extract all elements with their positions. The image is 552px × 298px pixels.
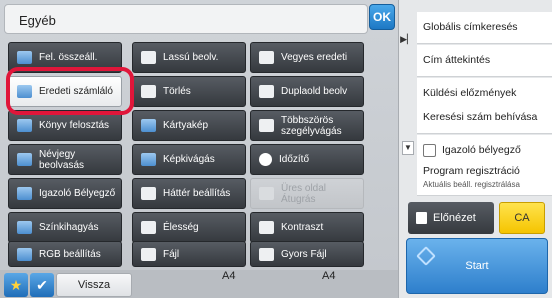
function-label: Vegyes eredeti	[281, 52, 348, 63]
konyv-felosztas-button[interactable]: Könyv felosztás	[8, 110, 122, 141]
function-label: Háttér beállítás	[163, 188, 231, 199]
function-label: Könyv felosztás	[39, 120, 110, 131]
favorite-star-icon[interactable]: ★	[4, 273, 28, 297]
blank-skip-icon	[259, 187, 274, 200]
timer-icon	[259, 153, 272, 166]
kepkivagas-button[interactable]: Képkivágás	[132, 144, 246, 175]
rgb-beallitas-button[interactable]: RGB beállítás	[8, 241, 122, 267]
original-counter-icon	[17, 85, 32, 98]
side-item-search-number[interactable]: Keresési szám behívása	[417, 102, 552, 134]
side-item-label-group: Program regisztráció Aktuális beáll. reg…	[423, 164, 520, 190]
function-label: Fel. összeáll.	[39, 52, 98, 63]
panel-title: Egyéb	[19, 13, 56, 28]
scroll-down-icon[interactable]: ▼	[402, 141, 414, 155]
function-label: Fájl	[163, 248, 180, 260]
function-label: Duplaold beolv	[281, 86, 348, 97]
panel-title-bar: Egyéb	[4, 4, 368, 34]
ok-button[interactable]: OK	[369, 4, 395, 30]
paper-size-label: A4	[222, 270, 236, 282]
paper-size-label: A4	[322, 270, 336, 282]
szinkihagyas-button[interactable]: Színkihagyás	[8, 212, 122, 243]
back-button[interactable]: Vissza	[56, 273, 132, 297]
side-item-address-review[interactable]: Cím áttekintés	[417, 45, 552, 77]
function-label: Időzítő	[279, 154, 310, 165]
function-grid: Fel. összeáll. Lassú beolv. Vegyes erede…	[4, 38, 394, 270]
side-item-label: Globális címkeresés	[423, 21, 518, 33]
card-shot-icon	[141, 119, 156, 132]
function-label: Gyors Fájl	[281, 248, 327, 260]
bottom-bar: ★ ✔ Vissza A4 A4	[0, 270, 398, 298]
nevjegy-beolvasas-button[interactable]: Névjegy beolvasás	[8, 144, 122, 175]
ures-oldal-atugras-button: Üres oldal Átugrás	[250, 178, 364, 209]
slow-scan-icon	[141, 51, 156, 64]
file-icon	[141, 247, 156, 261]
preview-label: Előnézet	[433, 212, 476, 224]
clear-all-button[interactable]: CA	[499, 202, 545, 234]
side-item-global-search[interactable]: Globális címkeresés	[417, 12, 552, 44]
start-button[interactable]: Start	[406, 238, 548, 294]
background-icon	[141, 187, 156, 200]
torles-button[interactable]: Törlés	[132, 76, 246, 107]
contrast-icon	[259, 221, 274, 234]
function-label: RGB beállítás	[39, 248, 101, 260]
function-label: Törlés	[163, 86, 191, 97]
function-label: Élesség	[163, 222, 199, 233]
book-divide-icon	[17, 119, 32, 132]
color-drop-icon	[17, 221, 32, 234]
erase-icon	[141, 85, 156, 98]
function-label: Lassú beolv.	[163, 52, 219, 63]
function-label: Többszörös szegélyvágás	[281, 114, 342, 137]
duplaold-beolv-button[interactable]: Duplaold beolv	[250, 76, 364, 107]
side-item-label: Igazoló bélyegző	[442, 144, 521, 156]
function-label: Kontraszt	[281, 222, 324, 233]
preview-icon	[416, 212, 427, 224]
kartyakep-button[interactable]: Kártyakép	[132, 110, 246, 141]
quick-file-icon	[259, 247, 274, 261]
rgb-icon	[17, 247, 32, 261]
side-item-label: Program regisztráció	[423, 164, 520, 177]
eredeti-szamlalo-button[interactable]: Eredeti számláló	[8, 76, 122, 107]
function-label: Igazoló Bélyegző	[39, 188, 116, 199]
function-label: Kártyakép	[163, 120, 209, 131]
igazolo-belyegzo-button[interactable]: Igazoló Bélyegző	[8, 178, 122, 209]
function-label: Színkihagyás	[39, 222, 99, 233]
kontraszt-button[interactable]: Kontraszt	[250, 212, 364, 243]
vegyes-eredeti-button[interactable]: Vegyes eredeti	[250, 42, 364, 73]
side-item-label: Cím áttekintés	[423, 54, 491, 66]
expand-arrow-icon[interactable]: ▶▏	[399, 30, 415, 48]
stamp-checkbox[interactable]	[423, 144, 436, 157]
lassu-beolv-button[interactable]: Lassú beolv.	[132, 42, 246, 73]
start-icon	[416, 246, 436, 266]
gyors-fajl-button[interactable]: Gyors Fájl	[250, 241, 364, 267]
side-item-label: Küldési előzmények	[423, 87, 517, 99]
sharpness-icon	[141, 221, 156, 234]
side-item-sublabel: Aktuális beáll. regisztrálása	[423, 179, 520, 189]
hatter-beallitas-button[interactable]: Háttér beállítás	[132, 178, 246, 209]
preview-button[interactable]: Előnézet	[408, 202, 494, 234]
mixed-original-icon	[259, 51, 274, 64]
stamp-icon	[17, 187, 32, 200]
elesseg-button[interactable]: Élesség	[132, 212, 246, 243]
tobbszoros-szegelyvagas-button[interactable]: Többszörös szegélyvágás	[250, 110, 364, 141]
check-icon[interactable]: ✔	[30, 273, 54, 297]
function-label: Névjegy beolvasás	[39, 148, 85, 171]
side-item-program-register[interactable]: Program regisztráció Aktuális beáll. reg…	[417, 160, 552, 196]
idozito-button[interactable]: Időzítő	[250, 144, 364, 175]
function-label: Eredeti számláló	[39, 86, 113, 97]
fel-osszeall-button[interactable]: Fel. összeáll.	[8, 42, 122, 73]
multi-crop-icon	[259, 119, 274, 132]
function-label: Üres oldal Átugrás	[281, 182, 327, 205]
business-card-icon	[17, 153, 32, 166]
start-label: Start	[465, 260, 489, 272]
image-crop-icon	[141, 153, 156, 166]
duplex-scan-icon	[259, 85, 274, 98]
fajl-button[interactable]: Fájl	[132, 241, 246, 267]
function-label: Képkivágás	[163, 154, 215, 165]
function-panel: Egyéb OK Fel. összeáll. Lassú beolv. Veg…	[0, 0, 398, 298]
booklet-icon	[17, 51, 32, 64]
side-item-label: Keresési szám behívása	[423, 111, 538, 123]
